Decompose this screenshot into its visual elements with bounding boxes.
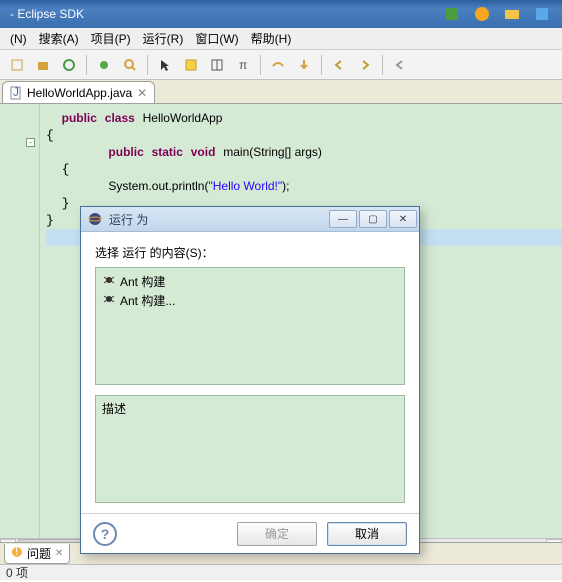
dialog-select-label: 选择 运行 的内容(S)：	[95, 244, 405, 261]
kw: public	[108, 145, 143, 159]
description-box: 描述	[95, 395, 405, 503]
edit-icon[interactable]	[180, 54, 202, 76]
separator	[321, 55, 322, 75]
status-text: 0 项	[6, 566, 28, 580]
menu-item-help[interactable]: 帮助(H)	[245, 28, 298, 49]
minimize-button[interactable]: —	[329, 210, 357, 228]
help-icon[interactable]: ?	[93, 522, 117, 546]
method-sig: main(String[] args)	[223, 145, 322, 159]
dialog-title: 运行 为	[109, 211, 148, 228]
status-bar: 0 项	[0, 564, 562, 580]
string-literal: "Hello World!"	[208, 179, 282, 193]
eclipse-icon	[87, 211, 103, 227]
list-item[interactable]: Ant 构建	[100, 272, 400, 291]
kw: public	[62, 111, 97, 125]
dialog-footer: ? 确定 取消	[81, 513, 419, 553]
separator	[382, 55, 383, 75]
list-item-label: Ant 构建	[120, 273, 165, 290]
separator	[86, 55, 87, 75]
menu-item-window[interactable]: 窗口(W)	[189, 28, 244, 49]
menu-item-search[interactable]: 搜索(A)	[33, 28, 85, 49]
ant-icon	[102, 273, 116, 290]
kw: class	[105, 111, 135, 125]
call-end: );	[282, 179, 289, 193]
problems-tab[interactable]: ! 问题 ✕	[4, 544, 70, 564]
cursor-icon[interactable]	[154, 54, 176, 76]
separator	[260, 55, 261, 75]
open-type-icon[interactable]	[6, 54, 28, 76]
svg-text:!: !	[15, 546, 18, 558]
separator	[147, 55, 148, 75]
class-icon[interactable]	[58, 54, 80, 76]
menu-item-run[interactable]: 运行(R)	[137, 28, 190, 49]
maximize-button[interactable]: ▢	[359, 210, 387, 228]
ant-icon	[102, 292, 116, 309]
svg-text:J: J	[13, 86, 19, 99]
taskbar-icons	[438, 4, 556, 24]
run-as-dialog: 运行 为 — ▢ ✕ 选择 运行 的内容(S)： Ant 构建 Ant 构建..…	[80, 206, 420, 554]
pi-icon[interactable]: π	[232, 54, 254, 76]
task-shield-icon	[438, 4, 466, 24]
gutter: -	[0, 104, 40, 554]
dialog-title-bar[interactable]: 运行 为 — ▢ ✕	[81, 207, 419, 232]
bug-icon[interactable]	[93, 54, 115, 76]
run-as-list[interactable]: Ant 构建 Ant 构建...	[95, 267, 405, 385]
list-item-label: Ant 构建...	[120, 292, 175, 309]
menu-item-project[interactable]: 项目(P)	[85, 28, 137, 49]
editor-tabs: J HelloWorldApp.java ✕	[0, 80, 562, 104]
list-item[interactable]: Ant 构建...	[100, 291, 400, 310]
fold-minus-icon[interactable]: -	[26, 138, 35, 147]
menu-bar: (N) 搜索(A) 项目(P) 运行(R) 窗口(W) 帮助(H)	[0, 28, 562, 50]
call: System.out.println(	[108, 179, 208, 193]
problems-tab-label: 问题	[27, 545, 51, 562]
task-folder-icon	[498, 4, 526, 24]
problems-icon: !	[11, 546, 23, 561]
layout-icon[interactable]	[206, 54, 228, 76]
title-bar: - Eclipse SDK	[0, 0, 562, 28]
tool-bar: π	[0, 50, 562, 80]
task-safe-icon	[468, 4, 496, 24]
editor-tab[interactable]: J HelloWorldApp.java ✕	[2, 81, 155, 103]
kw: static	[152, 145, 183, 159]
package-icon[interactable]	[32, 54, 54, 76]
step-over-icon[interactable]	[267, 54, 289, 76]
close-button[interactable]: ✕	[389, 210, 417, 228]
svg-text:π: π	[239, 58, 247, 72]
cancel-button[interactable]: 取消	[327, 522, 407, 546]
java-file-icon: J	[9, 86, 23, 100]
close-icon[interactable]: ✕	[136, 87, 148, 99]
menu-item-n[interactable]: (N)	[4, 30, 33, 48]
forward-icon[interactable]	[354, 54, 376, 76]
editor-tab-label: HelloWorldApp.java	[27, 86, 132, 100]
search-icon[interactable]	[119, 54, 141, 76]
classname: HelloWorldApp	[143, 111, 223, 125]
task-app-icon	[528, 4, 556, 24]
ok-button[interactable]: 确定	[237, 522, 317, 546]
close-icon[interactable]: ✕	[55, 548, 63, 559]
description-label: 描述	[102, 402, 126, 416]
kw: void	[191, 145, 216, 159]
back-icon[interactable]	[328, 54, 350, 76]
step-into-icon[interactable]	[293, 54, 315, 76]
window-title: - Eclipse SDK	[10, 7, 84, 21]
nav-back-icon[interactable]	[389, 54, 411, 76]
